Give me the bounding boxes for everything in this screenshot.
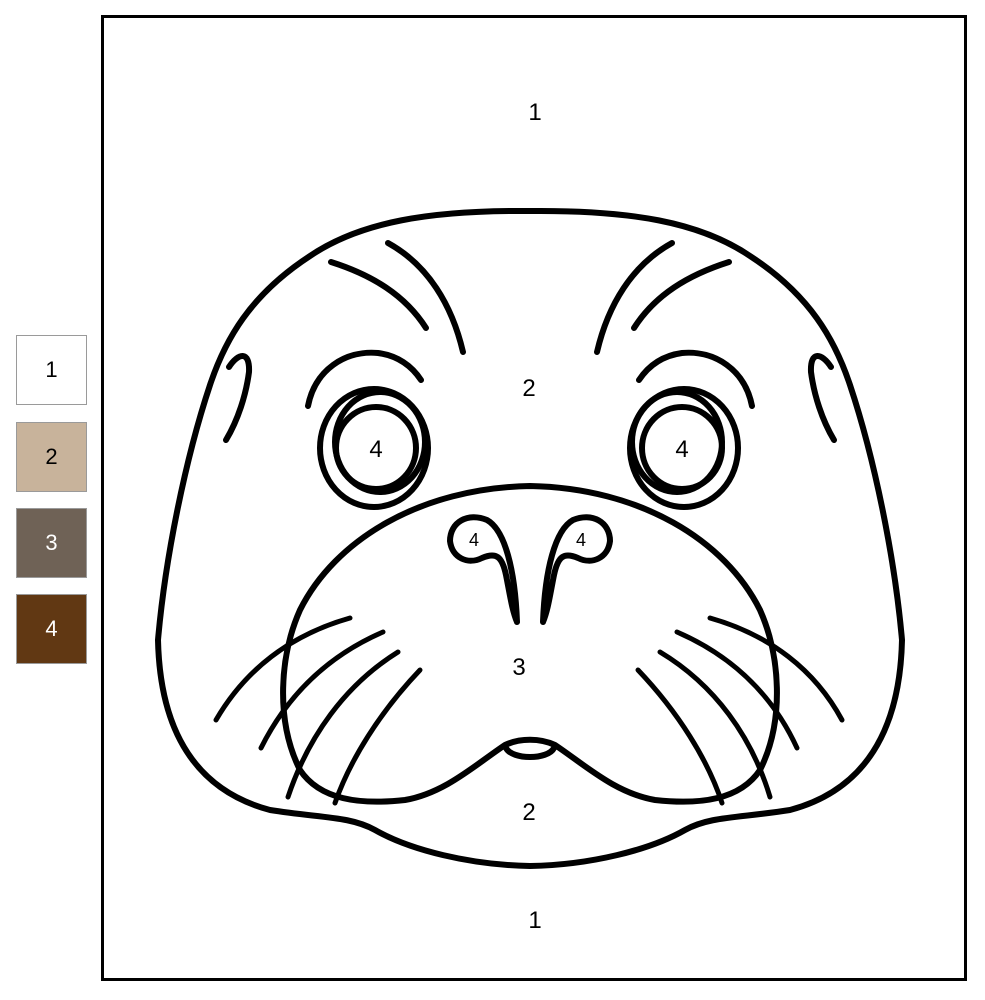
left-ear: [223, 353, 253, 443]
walrus-line-art[interactable]: 1 2 4 4 4 4 3 2 1: [0, 0, 985, 1000]
right-wrinkle-outer: [631, 259, 732, 331]
left-wrinkle-outer: [328, 259, 429, 331]
region-label-face-chin: 2: [522, 799, 535, 826]
left-nostril: [447, 514, 520, 625]
region-label-left-nostril: 4: [469, 530, 479, 550]
right-ear: [807, 353, 837, 443]
mouth: [503, 745, 557, 760]
region-label-muzzle: 3: [512, 654, 525, 681]
region-label-background-top: 1: [528, 99, 541, 126]
left-whisker-4: [332, 667, 423, 806]
region-label-right-nostril: 4: [576, 530, 586, 550]
region-label-face-forehead: 2: [522, 375, 535, 402]
region-label-right-eye: 4: [675, 436, 688, 463]
head-outline: [155, 207, 905, 869]
region-label-background-bottom: 1: [528, 907, 541, 934]
region-label-left-eye: 4: [369, 436, 382, 463]
